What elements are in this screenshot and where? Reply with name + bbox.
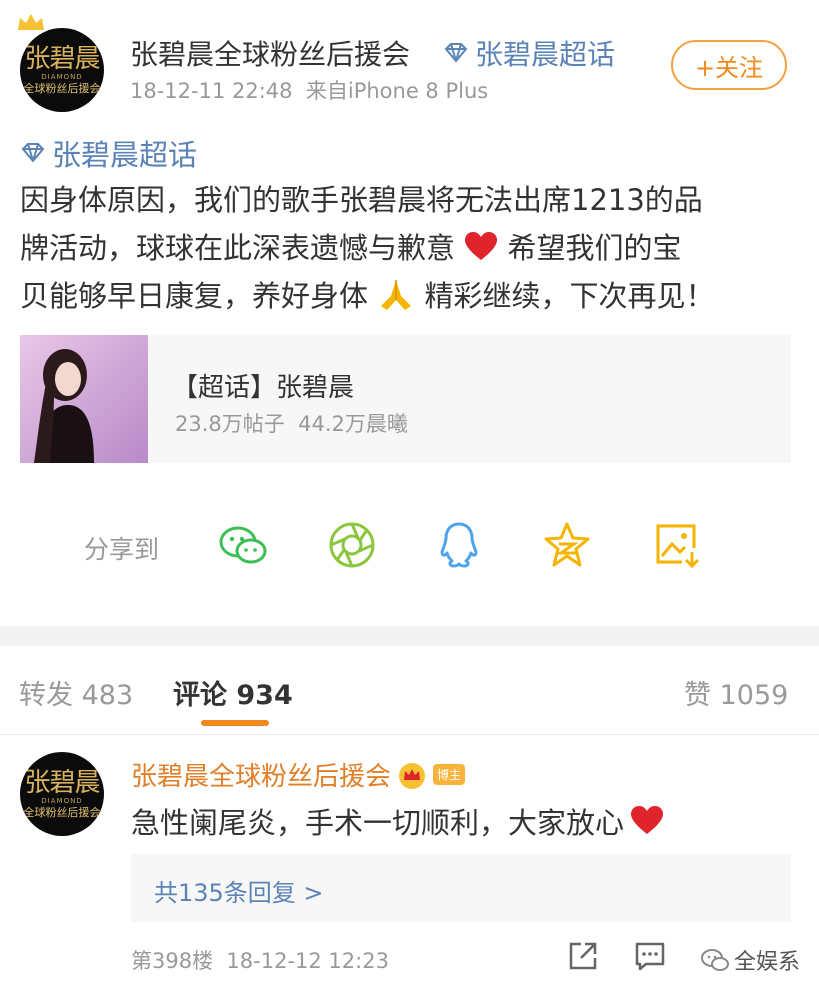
watermark-text: 全娱系 — [734, 950, 801, 975]
card-thumbnail — [20, 335, 148, 463]
comment-text: 急性阑尾炎，手术一切顺利，大家放心 — [131, 806, 625, 840]
wechat-watermark-icon — [701, 949, 729, 971]
follow-button[interactable]: +关注 — [671, 40, 787, 90]
post-text-line: 贝能够早日康复，养好身体 精彩继续，下次再见！ — [20, 279, 715, 313]
post-time: 18-12-11 22:48 — [130, 79, 293, 103]
moments-icon[interactable] — [327, 520, 377, 574]
watermark: 全娱系 — [700, 944, 800, 976]
comment-author-row: 张碧晨全球粉丝后援会 博主 — [131, 756, 466, 793]
tab-like[interactable]: 赞 1059 — [684, 673, 788, 712]
comment-text-row: 急性阑尾炎，手术一切顺利，大家放心 — [131, 800, 664, 842]
topic-tag[interactable]: 张碧晨超话 — [20, 132, 197, 174]
pray-icon — [381, 280, 412, 310]
comment-floor-time: 第398楼 18-12-12 12:23 — [131, 949, 389, 973]
save-image-icon[interactable] — [652, 520, 702, 574]
post-meta: 18-12-11 22:48 来自iPhone 8 Plus — [130, 75, 488, 105]
post-author-name[interactable]: 张碧晨全球粉丝后援会 — [130, 33, 410, 73]
active-tab-indicator — [201, 720, 269, 726]
post-text-line: 牌活动，球球在此深表遗憾与歉意 希望我们的宝 — [20, 231, 682, 265]
tab-repost[interactable]: 转发 483 — [19, 673, 133, 712]
author-badge: 博主 — [433, 764, 466, 785]
card-title: 【超话】张碧晨 — [172, 373, 355, 403]
post-avatar[interactable]: 张碧晨 DIAMOND 全球粉丝后援会 — [20, 28, 104, 112]
qzone-icon[interactable] — [542, 520, 592, 574]
share-label: 分享到 — [84, 535, 160, 564]
topic-link[interactable]: 张碧晨超话 — [443, 33, 615, 73]
heart-icon — [465, 232, 498, 260]
reply-comment-icon[interactable] — [634, 940, 666, 976]
post-text: 因身体原因，我们的歌手张碧晨将无法出席1213的品 牌活动，球球在此深表遗憾与歉… — [20, 176, 795, 320]
heart-icon — [631, 806, 664, 834]
super-topic-card[interactable]: 【超话】张碧晨 23.8万帖子 44.2万晨曦 — [20, 335, 791, 463]
share-comment-icon[interactable] — [567, 940, 599, 976]
diamond-icon — [21, 143, 45, 163]
tabs-divider — [0, 734, 819, 735]
post-source: 来自iPhone 8 Plus — [305, 79, 489, 103]
comment-avatar[interactable]: 张碧晨 DIAMOND 全球粉丝后援会 — [20, 752, 104, 836]
card-stats: 23.8万帖子 44.2万晨曦 — [175, 412, 408, 436]
comment-author-name[interactable]: 张碧晨全球粉丝后援会 — [131, 756, 391, 793]
section-divider — [0, 626, 819, 646]
wechat-icon[interactable] — [218, 520, 268, 574]
crown-badge-icon — [399, 762, 426, 789]
tab-comment[interactable]: 评论 934 — [173, 673, 293, 712]
diamond-icon — [444, 43, 468, 63]
replies-box[interactable]: 共135条回复 > — [131, 854, 791, 922]
replies-link[interactable]: 共135条回复 > — [154, 873, 324, 908]
qq-icon[interactable] — [434, 520, 484, 574]
post-text-line: 因身体原因，我们的歌手张碧晨将无法出席1213的品 — [20, 183, 703, 217]
